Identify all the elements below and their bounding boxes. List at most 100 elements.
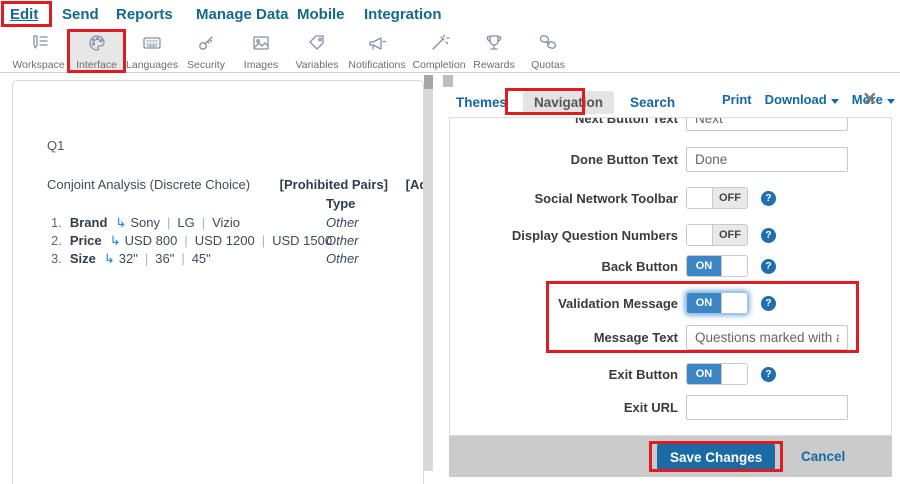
level-option[interactable]: 36" — [155, 251, 174, 266]
level-option[interactable]: 32" — [119, 251, 138, 266]
form-row-back-button: Back Button ON ? — [450, 253, 891, 279]
back-button-toggle[interactable]: ON — [686, 255, 748, 277]
toolbar-item-security[interactable]: Security — [180, 30, 232, 71]
navigation-settings-form: Next Button Text Done Button Text Social… — [449, 117, 892, 436]
image-icon — [250, 32, 272, 59]
level-option[interactable]: USD 1500 — [272, 233, 332, 248]
form-footer: Save Changes Cancel — [449, 436, 892, 477]
cancel-link[interactable]: Cancel — [801, 449, 845, 464]
attribute-type: Other — [326, 233, 359, 248]
field-label: Exit URL — [450, 400, 686, 415]
field-label: Message Text — [450, 330, 686, 345]
toolbar-item-completion[interactable]: Completion — [410, 30, 468, 71]
wand-icon — [428, 32, 450, 59]
form-row-validation-message: Validation Message ON ? — [450, 290, 891, 316]
exit-button-toggle[interactable]: ON — [686, 363, 748, 385]
key-icon — [195, 32, 217, 59]
next-button-text-input[interactable] — [686, 117, 848, 131]
toolbar-item-notifications[interactable]: Notifications — [346, 30, 408, 71]
exit-url-input[interactable] — [686, 395, 848, 420]
settings-scrollbar-thumb[interactable] — [443, 75, 453, 87]
conjoint-header: Conjoint Analysis (Discrete Choice) [Pro… — [47, 177, 424, 192]
level-option[interactable]: Sony — [130, 215, 160, 230]
form-row-done-button-text: Done Button Text — [450, 146, 891, 172]
level-option[interactable]: LG — [177, 215, 194, 230]
help-icon[interactable]: ? — [761, 367, 776, 382]
attribute-row-size: 3.Size↳32"|36"|45" Other — [51, 251, 421, 267]
save-changes-button[interactable]: Save Changes — [657, 444, 775, 471]
level-arrow-icon: ↳ — [110, 234, 121, 249]
print-link[interactable]: Print — [722, 92, 752, 107]
add-fixed-tasks-link[interactable]: [Add Fixed Tasks — [406, 177, 424, 192]
nav-send[interactable]: Send — [62, 6, 99, 23]
form-row-social-network-toolbar: Social Network Toolbar OFF ? — [450, 185, 891, 211]
keyboard-icon — [141, 32, 163, 59]
tab-search[interactable]: Search — [630, 95, 675, 110]
field-label: Next Button Text — [450, 117, 686, 126]
top-nav: Edit Send Reports Manage Data Mobile Int… — [0, 0, 900, 28]
toolbar-item-rewards[interactable]: Rewards — [468, 30, 520, 71]
field-label: Done Button Text — [450, 152, 686, 167]
chevron-down-icon — [887, 99, 895, 104]
nav-edit[interactable]: Edit — [10, 6, 38, 23]
field-label: Exit Button — [450, 367, 686, 382]
message-text-input[interactable] — [686, 325, 848, 350]
display-question-numbers-toggle[interactable]: OFF — [686, 224, 748, 246]
field-label: Validation Message — [450, 296, 686, 311]
panel-scrollbar-thumb[interactable] — [424, 75, 433, 89]
help-icon[interactable]: ? — [761, 296, 776, 311]
level-option[interactable]: USD 1200 — [195, 233, 255, 248]
done-button-text-input[interactable] — [686, 147, 848, 172]
attribute-name[interactable]: Brand — [70, 215, 108, 230]
level-arrow-icon: ↳ — [104, 252, 115, 267]
toolbar-item-variables[interactable]: Variables — [290, 30, 344, 71]
chain-icon — [537, 32, 559, 59]
nav-reports[interactable]: Reports — [116, 6, 173, 23]
survey-preview-panel: Q1 Conjoint Analysis (Discrete Choice) [… — [12, 80, 424, 484]
form-row-message-text: Message Text — [450, 324, 891, 350]
chevron-down-icon — [831, 99, 839, 104]
toolbar-item-quotas[interactable]: Quotas — [522, 30, 574, 71]
nav-mobile[interactable]: Mobile — [297, 6, 345, 23]
close-icon[interactable]: × — [863, 85, 876, 112]
prohibited-pairs-link[interactable]: [Prohibited Pairs] — [280, 177, 388, 192]
download-dropdown[interactable]: Download — [765, 92, 839, 107]
level-option[interactable]: 45" — [192, 251, 211, 266]
attribute-name[interactable]: Price — [70, 233, 102, 248]
tab-navigation[interactable]: Navigation — [523, 91, 614, 114]
level-option[interactable]: USD 800 — [125, 233, 178, 248]
trophy-icon — [483, 32, 505, 59]
social-network-toolbar-toggle[interactable]: OFF — [686, 187, 748, 209]
attribute-name[interactable]: Size — [70, 251, 96, 266]
attribute-row-price: 2.Price↳USD 800|USD 1200|USD 1500 Other — [51, 233, 421, 249]
tag-icon — [306, 32, 328, 59]
toolbar-item-images[interactable]: Images — [236, 30, 286, 71]
nav-manage-data[interactable]: Manage Data — [196, 6, 289, 23]
edit-toolbar: Workspace Interface Languages Security I… — [0, 28, 900, 73]
tab-themes[interactable]: Themes — [456, 95, 507, 110]
question-type-title: Conjoint Analysis (Discrete Choice) — [47, 177, 250, 192]
level-option[interactable]: Vizio — [212, 215, 240, 230]
workspace-icon — [28, 32, 50, 59]
level-arrow-icon: ↳ — [115, 216, 126, 231]
question-id: Q1 — [47, 138, 64, 153]
toolbar-item-workspace[interactable]: Workspace — [10, 30, 67, 71]
attribute-type: Other — [326, 251, 359, 266]
palette-icon — [86, 32, 108, 59]
panel-scrollbar-track[interactable] — [424, 75, 433, 471]
help-icon[interactable]: ? — [761, 191, 776, 206]
type-column-header: Type — [326, 196, 355, 211]
toolbar-item-interface[interactable]: Interface — [69, 30, 124, 71]
field-label: Display Question Numbers — [450, 228, 686, 243]
form-row-exit-button: Exit Button ON ? — [450, 361, 891, 387]
help-icon[interactable]: ? — [761, 228, 776, 243]
help-icon[interactable]: ? — [761, 259, 776, 274]
form-row-display-question-numbers: Display Question Numbers OFF ? — [450, 222, 891, 248]
field-label: Back Button — [450, 259, 686, 274]
nav-integration[interactable]: Integration — [364, 6, 442, 23]
field-label: Social Network Toolbar — [450, 191, 686, 206]
validation-message-toggle[interactable]: ON — [686, 292, 748, 314]
attribute-row-brand: 1.Brand↳Sony|LG|Vizio Other — [51, 215, 421, 231]
settings-tabs: Themes Navigation Search — [456, 91, 675, 114]
toolbar-item-languages[interactable]: Languages — [124, 30, 180, 71]
